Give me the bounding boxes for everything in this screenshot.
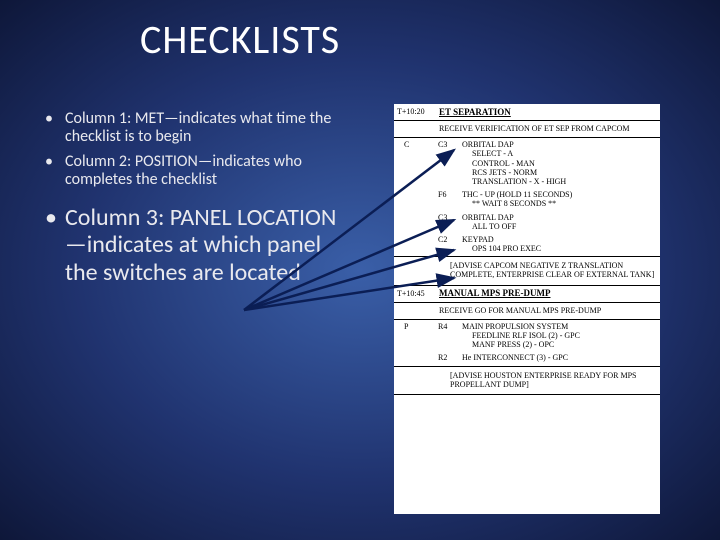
doc-r4-s1: OPS 104 PRO EXEC [462, 244, 660, 253]
doc-r6-text: He INTERCONNECT (3) - GPC [462, 353, 660, 362]
doc-adv1: [ADVISE CAPCOM NEGATIVE Z TRANSLATION CO… [394, 257, 660, 283]
doc-r3-text: ORBITAL DAP [462, 213, 514, 222]
doc-r5-s2: MANF PRESS (2) - OPC [462, 340, 660, 349]
doc-r6-c2: R2 [438, 353, 462, 362]
doc-msg2: RECEIVE GO FOR MANUAL MPS PRE-DUMP [394, 303, 660, 318]
doc-r1-s3: RCS JETS - NORM [462, 168, 660, 177]
doc-r2-s1: ** WAIT 8 SECONDS ** [462, 199, 660, 208]
slide-title: CHECKLISTS [140, 15, 340, 64]
doc-h1-title: ET SEPARATION [439, 107, 660, 117]
doc-h1-time: T+10:20 [394, 107, 439, 116]
doc-r1-c2: C3 [438, 140, 462, 186]
doc-adv2: [ADVISE HOUSTON ENTERPRISE READY FOR MPS… [394, 367, 660, 393]
doc-h2-time: T+10:45 [394, 289, 439, 298]
doc-r5-s1: FEEDLINE RLF ISOL (2) - GPC [462, 331, 660, 340]
doc-msg1: RECEIVE VERIFICATION OF ET SEP FROM CAPC… [394, 121, 660, 136]
bullet-1: Column 1: MET—indicates what time the ch… [45, 110, 355, 147]
doc-r1-c1: C [394, 140, 438, 186]
checklist-document: T+10:20 ET SEPARATION RECEIVE VERIFICATI… [394, 104, 660, 514]
doc-r1-s1: SELECT - A [462, 149, 660, 158]
doc-r1-c3: ORBITAL DAP SELECT - A CONTROL - MAN RCS… [462, 140, 660, 186]
doc-r2-text: THC - UP (HOLD 11 SECONDS) [462, 190, 572, 199]
doc-r5-c2: R4 [438, 322, 462, 350]
doc-r4-text: KEYPAD [462, 235, 494, 244]
doc-r1-s2: CONTROL - MAN [462, 159, 660, 168]
doc-r1-text: ORBITAL DAP [462, 140, 514, 149]
bullet-list: Column 1: MET—indicates what time the ch… [45, 110, 355, 292]
doc-h2-title: MANUAL MPS PRE-DUMP [439, 288, 660, 298]
doc-r5-text: MAIN PROPULSION SYSTEM [462, 322, 568, 331]
bullet-3: Column 3: PANEL LOCATION—indicates at wh… [45, 204, 355, 287]
doc-r4-c2: C2 [438, 235, 462, 253]
bullet-2: Column 2: POSITION—indicates who complet… [45, 153, 355, 190]
doc-r5-c1: P [394, 322, 438, 350]
slide: CHECKLISTS Column 1: MET—indicates what … [0, 0, 720, 540]
doc-r3-s1: ALL TO OFF [462, 222, 660, 231]
doc-r1-s4: TRANSLATION - X - HIGH [462, 177, 660, 186]
doc-r2-c2: F6 [438, 190, 462, 208]
doc-r3-c2: C3 [438, 213, 462, 231]
